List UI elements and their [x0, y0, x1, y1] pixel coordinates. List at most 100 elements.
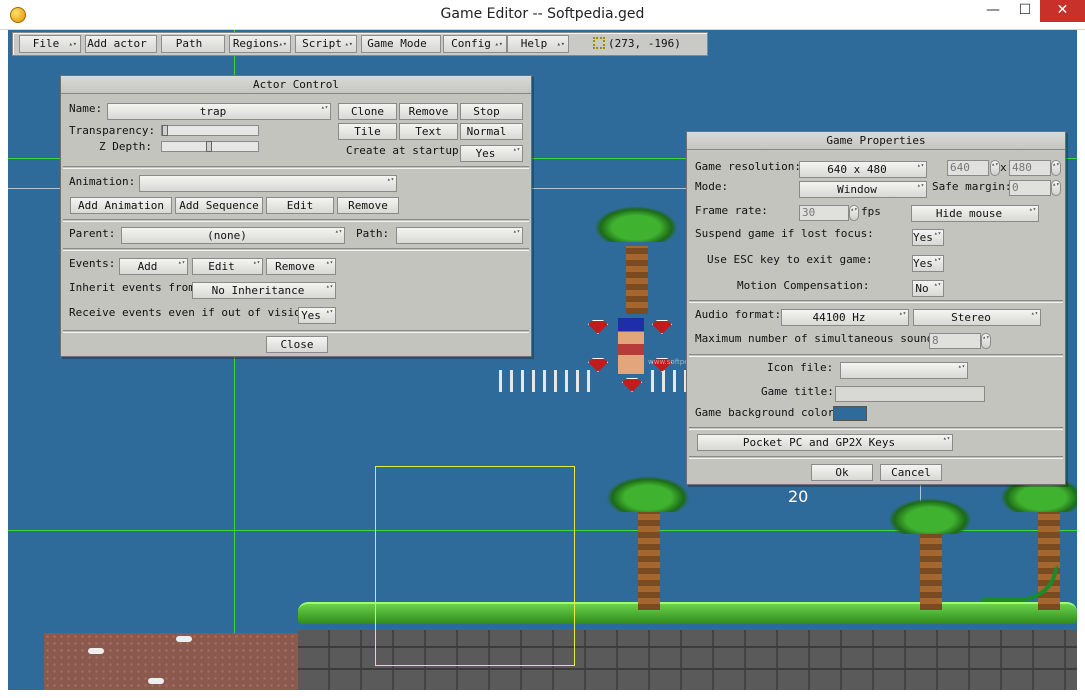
menu-config[interactable]: Config ▴▾	[443, 35, 507, 53]
create-startup-dropdown[interactable]: Yes	[460, 145, 523, 162]
menu-bar: File ▴▾ Add actor Path Regions ▴▾ Script ▴▾…	[12, 32, 708, 56]
safe-margin-spinner[interactable]: ▴▾	[1051, 180, 1061, 196]
resolution-label: Game resolution:	[695, 160, 801, 173]
suspend-dropdown[interactable]: Yes	[912, 229, 944, 246]
separator	[689, 354, 1063, 357]
events-remove-dropdown[interactable]: Remove	[266, 258, 336, 275]
audio-rate-dropdown[interactable]: 44100 Hz	[781, 309, 909, 326]
title-bar: Game Editor -- Softpedia.ged — ☐ ✕	[0, 0, 1085, 30]
path-dropdown[interactable]	[396, 227, 523, 244]
resolution-width-input[interactable]: 640	[947, 160, 989, 176]
menu-script[interactable]: Script ▴▾	[295, 35, 357, 53]
transparency-slider[interactable]	[161, 125, 259, 136]
safe-margin-input[interactable]: 0	[1009, 180, 1051, 196]
zdepth-slider[interactable]	[161, 141, 259, 152]
max-sounds-spinner[interactable]: ▴▾	[981, 333, 991, 349]
inherit-label: Inherit events from:	[69, 281, 202, 294]
palm-tree-trunk	[638, 510, 660, 610]
frame-rate-label: Frame rate:	[695, 204, 768, 217]
window-frame-bottom	[0, 690, 1085, 698]
gem-sprite[interactable]	[622, 378, 642, 392]
menu-add-actor[interactable]: Add actor	[85, 35, 157, 53]
rock-sprite	[148, 678, 164, 684]
inherit-dropdown[interactable]: No Inheritance	[192, 282, 336, 299]
receive-events-dropdown[interactable]: Yes	[298, 307, 336, 324]
tile-button[interactable]: Tile	[338, 123, 397, 140]
resolution-height-input[interactable]: 480	[1009, 160, 1051, 176]
palm-tree-top	[606, 476, 690, 512]
menu-path[interactable]: Path	[161, 35, 225, 53]
animation-dropdown[interactable]	[139, 175, 397, 192]
esc-dropdown[interactable]: Yes	[912, 255, 944, 272]
suspend-label: Suspend game if lost focus:	[695, 227, 874, 240]
clone-button[interactable]: Clone	[338, 103, 397, 120]
spike-trap[interactable]	[648, 370, 688, 392]
maximize-button[interactable]: ☐	[1008, 0, 1042, 22]
minimize-button[interactable]: —	[976, 0, 1010, 22]
score-text: 20	[788, 487, 809, 506]
rock-sprite	[176, 636, 192, 642]
separator	[689, 456, 1063, 459]
gem-sprite[interactable]	[588, 320, 608, 334]
gem-sprite[interactable]	[652, 320, 672, 334]
background-color-swatch[interactable]	[833, 406, 867, 421]
zdepth-label: Z Depth:	[99, 140, 152, 153]
text-button[interactable]: Text	[399, 123, 458, 140]
separator	[63, 248, 529, 251]
remove-animation-button[interactable]: Remove	[337, 197, 399, 214]
spike-trap[interactable]	[496, 370, 592, 392]
events-edit-dropdown[interactable]: Edit	[192, 258, 263, 275]
add-animation-button[interactable]: Add Animation	[70, 197, 172, 214]
menu-game-mode[interactable]: Game Mode	[361, 35, 441, 53]
game-title-input[interactable]	[835, 386, 985, 402]
stop-dropdown[interactable]: Stop	[460, 103, 523, 120]
separator	[63, 166, 529, 169]
remove-actor-button[interactable]: Remove	[399, 103, 458, 120]
hide-mouse-dropdown[interactable]: Hide mouse	[911, 205, 1039, 222]
menu-regions[interactable]: Regions ▴▾	[229, 35, 291, 53]
ok-button[interactable]: Ok	[811, 464, 873, 481]
coords-text: (273, -196)	[608, 37, 681, 50]
frame-rate-input[interactable]: 30	[799, 205, 849, 221]
pocket-pc-keys-dropdown[interactable]: Pocket PC and GP2X Keys	[697, 434, 953, 451]
frame-rate-spinner[interactable]: ▴▾	[849, 205, 859, 221]
motion-dropdown[interactable]: No	[912, 280, 944, 297]
parent-dropdown[interactable]: (none)	[121, 227, 345, 244]
close-window-button[interactable]: ✕	[1040, 0, 1085, 22]
slider-knob[interactable]	[206, 141, 212, 152]
safe-margin-label: Safe margin:	[932, 180, 1012, 193]
motion-label: Motion Compensation:	[737, 279, 870, 292]
slider-knob[interactable]	[162, 125, 168, 136]
selection-region[interactable]	[375, 466, 575, 666]
width-spinner[interactable]: ▴▾	[990, 160, 1000, 176]
events-label: Events:	[69, 257, 116, 270]
max-sounds-input[interactable]: 8	[929, 333, 981, 349]
window-frame-right	[1077, 30, 1085, 698]
close-button[interactable]: Close	[266, 336, 328, 353]
audio-format-label: Audio format:	[695, 308, 782, 321]
player-sprite[interactable]	[618, 318, 644, 374]
menu-file[interactable]: File ▴▾	[19, 35, 81, 53]
palm-tree-top	[594, 206, 678, 242]
resolution-dropdown[interactable]: 640 x 480	[799, 161, 927, 178]
cancel-button[interactable]: Cancel	[880, 464, 942, 481]
normal-dropdown[interactable]: Normal	[460, 123, 523, 140]
icon-file-dropdown[interactable]	[840, 362, 968, 379]
menu-help[interactable]: Help ▴▾	[507, 35, 569, 53]
separator	[63, 219, 529, 222]
name-label: Name:	[69, 102, 103, 115]
max-sounds-label: Maximum number of simultaneous sounds:	[695, 332, 947, 345]
height-spinner[interactable]: ▴▾	[1051, 160, 1061, 176]
panel-title: Game Properties	[687, 132, 1065, 150]
cursor-icon	[593, 37, 605, 49]
actor-control-panel: Actor Control Name: trap Clone Remove St…	[60, 75, 532, 357]
window-frame-left	[0, 30, 8, 698]
add-sequence-button[interactable]: Add Sequence	[175, 197, 263, 214]
audio-channels-dropdown[interactable]: Stereo	[913, 309, 1041, 326]
animation-label: Animation:	[69, 175, 136, 188]
actor-name-dropdown[interactable]: trap	[107, 103, 331, 120]
edit-animation-button[interactable]: Edit	[266, 197, 334, 214]
game-properties-panel: Game Properties Game resolution: 640 x 4…	[686, 131, 1066, 485]
events-add-dropdown[interactable]: Add	[119, 258, 188, 275]
mode-dropdown[interactable]: Window	[799, 181, 927, 198]
